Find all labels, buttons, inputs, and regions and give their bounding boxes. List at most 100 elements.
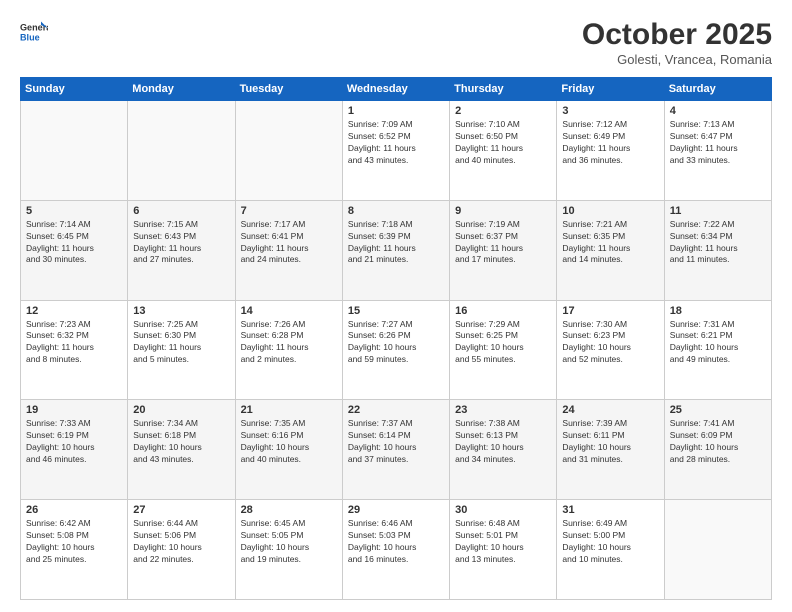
table-row — [128, 101, 235, 201]
table-row: 20 Sunrise: 7:34 AM Sunset: 6:18 PM Dayli… — [128, 400, 235, 500]
day-info: Sunrise: 7:34 AM Sunset: 6:18 PM Dayligh… — [133, 418, 229, 466]
day-number: 17 — [562, 305, 658, 317]
day-info: Sunrise: 7:25 AM Sunset: 6:30 PM Dayligh… — [133, 319, 229, 367]
table-row: 7 Sunrise: 7:17 AM Sunset: 6:41 PM Daylig… — [235, 200, 342, 300]
day-number: 20 — [133, 404, 229, 416]
day-number: 16 — [455, 305, 551, 317]
table-row: 22 Sunrise: 7:37 AM Sunset: 6:14 PM Dayli… — [342, 400, 449, 500]
day-number: 12 — [26, 305, 122, 317]
day-info: Sunrise: 7:26 AM Sunset: 6:28 PM Dayligh… — [241, 319, 337, 367]
table-row: 17 Sunrise: 7:30 AM Sunset: 6:23 PM Dayli… — [557, 300, 664, 400]
table-row — [235, 101, 342, 201]
th-friday: Friday — [557, 78, 664, 101]
page: General Blue October 2025 Golesti, Vranc… — [0, 0, 792, 612]
subtitle: Golesti, Vrancea, Romania — [582, 52, 772, 67]
calendar-week-row: 19Sunrise: 7:33 AM Sunset: 6:19 PM Dayli… — [21, 400, 772, 500]
day-number: 7 — [241, 205, 337, 217]
day-info: Sunrise: 6:44 AM Sunset: 5:06 PM Dayligh… — [133, 518, 229, 566]
day-info: Sunrise: 7:17 AM Sunset: 6:41 PM Dayligh… — [241, 219, 337, 267]
table-row: 10 Sunrise: 7:21 AM Sunset: 6:35 PM Dayli… — [557, 200, 664, 300]
day-number: 25 — [670, 404, 766, 416]
day-number: 6 — [133, 205, 229, 217]
day-number: 31 — [562, 504, 658, 516]
table-row: 6 Sunrise: 7:15 AM Sunset: 6:43 PM Daylig… — [128, 200, 235, 300]
day-number: 9 — [455, 205, 551, 217]
day-number: 23 — [455, 404, 551, 416]
day-info: Sunrise: 7:15 AM Sunset: 6:43 PM Dayligh… — [133, 219, 229, 267]
day-info: Sunrise: 7:39 AM Sunset: 6:11 PM Dayligh… — [562, 418, 658, 466]
calendar-table: Sunday Monday Tuesday Wednesday Thursday… — [20, 77, 772, 600]
day-number: 3 — [562, 105, 658, 117]
table-row: 8Sunrise: 7:18 AM Sunset: 6:39 PM Daylig… — [342, 200, 449, 300]
svg-text:Blue: Blue — [20, 32, 40, 42]
table-row: 30 Sunrise: 6:48 AM Sunset: 5:01 PM Dayli… — [450, 500, 557, 600]
day-info: Sunrise: 7:23 AM Sunset: 6:32 PM Dayligh… — [26, 319, 122, 367]
day-info: Sunrise: 7:21 AM Sunset: 6:35 PM Dayligh… — [562, 219, 658, 267]
day-info: Sunrise: 6:42 AM Sunset: 5:08 PM Dayligh… — [26, 518, 122, 566]
day-number: 30 — [455, 504, 551, 516]
th-wednesday: Wednesday — [342, 78, 449, 101]
day-info: Sunrise: 7:12 AM Sunset: 6:49 PM Dayligh… — [562, 119, 658, 167]
day-info: Sunrise: 7:38 AM Sunset: 6:13 PM Dayligh… — [455, 418, 551, 466]
day-number: 24 — [562, 404, 658, 416]
th-saturday: Saturday — [664, 78, 771, 101]
calendar-week-row: 5Sunrise: 7:14 AM Sunset: 6:45 PM Daylig… — [21, 200, 772, 300]
table-row: 15 Sunrise: 7:27 AM Sunset: 6:26 PM Dayli… — [342, 300, 449, 400]
table-row: 24 Sunrise: 7:39 AM Sunset: 6:11 PM Dayli… — [557, 400, 664, 500]
table-row: 2Sunrise: 7:10 AM Sunset: 6:50 PM Daylig… — [450, 101, 557, 201]
table-row: 11 Sunrise: 7:22 AM Sunset: 6:34 PM Dayli… — [664, 200, 771, 300]
title-block: October 2025 Golesti, Vrancea, Romania — [582, 18, 772, 67]
day-info: Sunrise: 7:22 AM Sunset: 6:34 PM Dayligh… — [670, 219, 766, 267]
day-number: 28 — [241, 504, 337, 516]
day-number: 18 — [670, 305, 766, 317]
svg-text:General: General — [20, 23, 48, 33]
table-row: 26 Sunrise: 6:42 AM Sunset: 5:08 PM Dayli… — [21, 500, 128, 600]
day-number: 13 — [133, 305, 229, 317]
table-row: 28Sunrise: 6:45 AM Sunset: 5:05 PM Dayli… — [235, 500, 342, 600]
table-row: 5Sunrise: 7:14 AM Sunset: 6:45 PM Daylig… — [21, 200, 128, 300]
table-row: 13 Sunrise: 7:25 AM Sunset: 6:30 PM Dayli… — [128, 300, 235, 400]
day-number: 26 — [26, 504, 122, 516]
month-title: October 2025 — [582, 18, 772, 52]
day-info: Sunrise: 7:19 AM Sunset: 6:37 PM Dayligh… — [455, 219, 551, 267]
day-info: Sunrise: 7:31 AM Sunset: 6:21 PM Dayligh… — [670, 319, 766, 367]
day-info: Sunrise: 7:35 AM Sunset: 6:16 PM Dayligh… — [241, 418, 337, 466]
day-number: 1 — [348, 105, 444, 117]
day-number: 27 — [133, 504, 229, 516]
day-info: Sunrise: 7:13 AM Sunset: 6:47 PM Dayligh… — [670, 119, 766, 167]
th-tuesday: Tuesday — [235, 78, 342, 101]
table-row: 9 Sunrise: 7:19 AM Sunset: 6:37 PM Daylig… — [450, 200, 557, 300]
th-monday: Monday — [128, 78, 235, 101]
day-info: Sunrise: 7:18 AM Sunset: 6:39 PM Dayligh… — [348, 219, 444, 267]
day-number: 5 — [26, 205, 122, 217]
table-row: 3 Sunrise: 7:12 AM Sunset: 6:49 PM Daylig… — [557, 101, 664, 201]
calendar-week-row: 12 Sunrise: 7:23 AM Sunset: 6:32 PM Dayli… — [21, 300, 772, 400]
day-number: 2 — [455, 105, 551, 117]
day-number: 11 — [670, 205, 766, 217]
day-info: Sunrise: 6:46 AM Sunset: 5:03 PM Dayligh… — [348, 518, 444, 566]
day-number: 22 — [348, 404, 444, 416]
day-info: Sunrise: 6:48 AM Sunset: 5:01 PM Dayligh… — [455, 518, 551, 566]
th-thursday: Thursday — [450, 78, 557, 101]
day-number: 21 — [241, 404, 337, 416]
day-info: Sunrise: 7:09 AM Sunset: 6:52 PM Dayligh… — [348, 119, 444, 167]
table-row — [664, 500, 771, 600]
table-row: 27 Sunrise: 6:44 AM Sunset: 5:06 PM Dayli… — [128, 500, 235, 600]
day-info: Sunrise: 7:33 AM Sunset: 6:19 PM Dayligh… — [26, 418, 122, 466]
day-info: Sunrise: 7:30 AM Sunset: 6:23 PM Dayligh… — [562, 319, 658, 367]
day-number: 15 — [348, 305, 444, 317]
day-info: Sunrise: 6:49 AM Sunset: 5:00 PM Dayligh… — [562, 518, 658, 566]
table-row — [21, 101, 128, 201]
day-info: Sunrise: 7:29 AM Sunset: 6:25 PM Dayligh… — [455, 319, 551, 367]
table-row: 1 Sunrise: 7:09 AM Sunset: 6:52 PM Daylig… — [342, 101, 449, 201]
table-row: 16 Sunrise: 7:29 AM Sunset: 6:25 PM Dayli… — [450, 300, 557, 400]
day-info: Sunrise: 7:41 AM Sunset: 6:09 PM Dayligh… — [670, 418, 766, 466]
table-row: 25 Sunrise: 7:41 AM Sunset: 6:09 PM Dayli… — [664, 400, 771, 500]
day-info: Sunrise: 7:37 AM Sunset: 6:14 PM Dayligh… — [348, 418, 444, 466]
day-info: Sunrise: 7:27 AM Sunset: 6:26 PM Dayligh… — [348, 319, 444, 367]
table-row: 4Sunrise: 7:13 AM Sunset: 6:47 PM Daylig… — [664, 101, 771, 201]
day-number: 29 — [348, 504, 444, 516]
day-number: 10 — [562, 205, 658, 217]
table-row: 23 Sunrise: 7:38 AM Sunset: 6:13 PM Dayli… — [450, 400, 557, 500]
day-number: 14 — [241, 305, 337, 317]
